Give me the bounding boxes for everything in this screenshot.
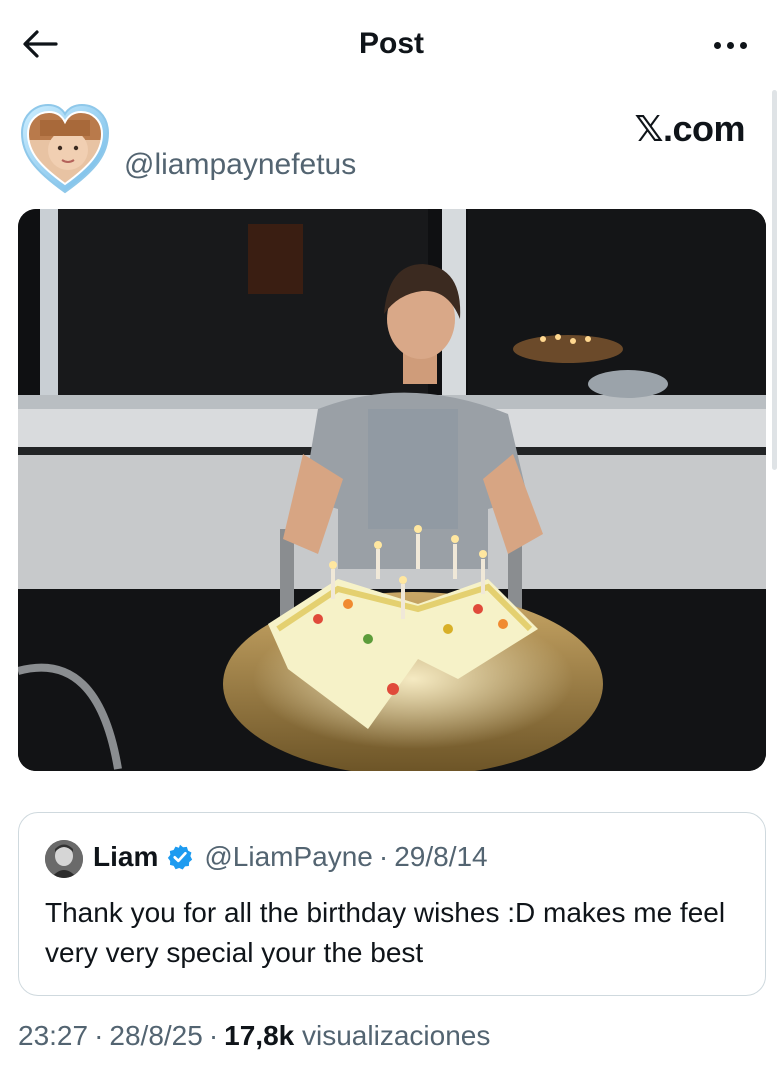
author-avatar[interactable] [20, 100, 110, 195]
quoted-post-text: Thank you for all the birthday wishes :D… [45, 897, 726, 968]
author-handle[interactable]: @liampaynefetus [124, 148, 356, 182]
post-page: Post @liampaynefetus 𝕏.com Liam @LiamPay… [0, 0, 783, 1080]
verified-badge-icon [168, 844, 193, 870]
page-title: Post [358, 27, 424, 60]
quoted-post-card[interactable]: Liam @LiamPayne · 29/8/14 Thank you for … [18, 812, 766, 996]
quoted-post-date[interactable]: 29/8/14 [394, 841, 487, 873]
separator-dot: · [378, 841, 389, 872]
quoted-author-handle[interactable]: @LiamPayne [204, 841, 373, 873]
separator-dot: · [94, 1020, 104, 1051]
more-dot [726, 41, 734, 49]
post-time[interactable]: 23:27 [18, 1020, 88, 1051]
quoted-author-avatar[interactable] [45, 840, 83, 878]
quoted-author-name[interactable]: Liam [93, 841, 158, 873]
views-count[interactable]: 17,8k [224, 1020, 294, 1051]
views-label: visualizaciones [302, 1020, 491, 1051]
more-dot [739, 41, 747, 49]
quoted-post-header: Liam @LiamPayne · 29/8/14 [93, 841, 488, 873]
post-date[interactable]: 28/8/25 [109, 1020, 202, 1051]
post-meta: 23:27 · 28/8/25 · 17,8k visualizaciones [18, 1020, 490, 1052]
post-photo[interactable] [18, 209, 766, 771]
separator-dot: · [208, 1020, 219, 1051]
top-bar: Post [0, 0, 783, 90]
x-brand-logo: 𝕏.com [634, 108, 745, 149]
more-horizontal-icon [713, 41, 721, 49]
scrollbar[interactable] [772, 90, 777, 470]
more-options-button[interactable] [705, 28, 755, 62]
